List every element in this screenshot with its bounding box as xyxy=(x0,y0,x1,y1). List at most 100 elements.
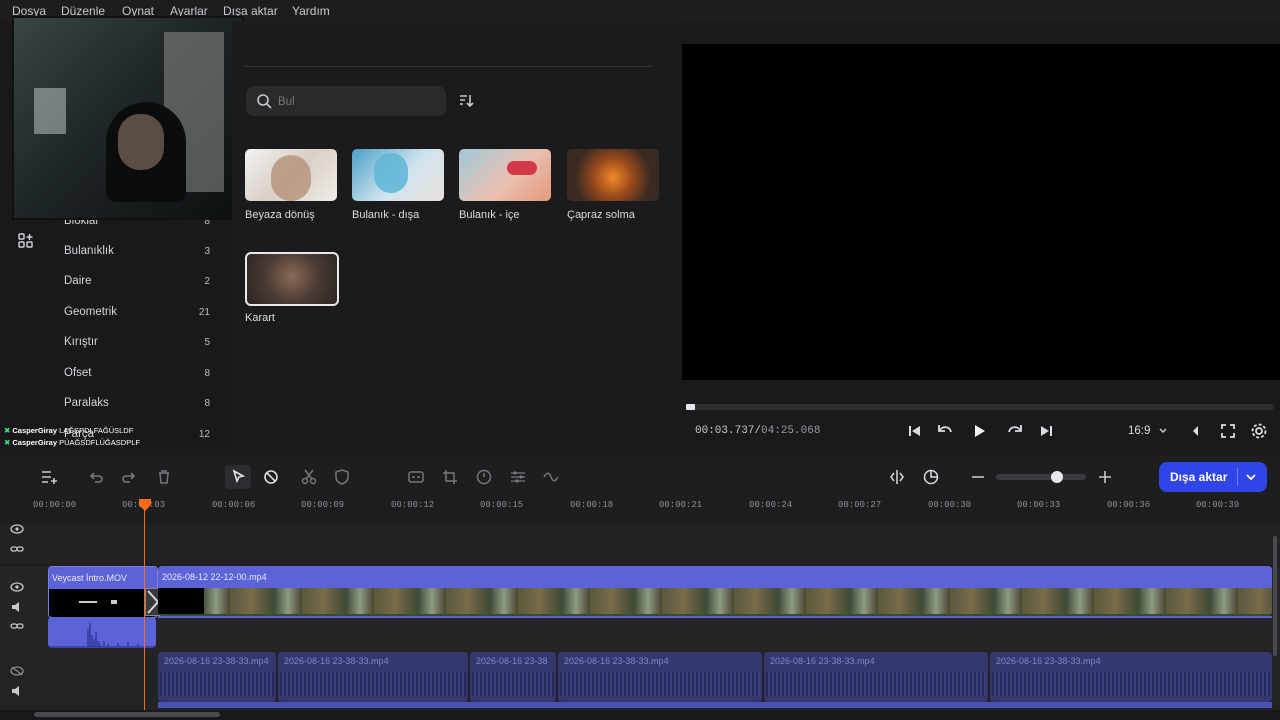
zoom-slider-handle[interactable] xyxy=(1051,471,1063,483)
fullscreen-icon[interactable] xyxy=(1219,422,1237,440)
export-button[interactable]: Dışa aktar xyxy=(1159,462,1267,492)
category-count: 2 xyxy=(204,276,210,287)
vertical-scrollbar[interactable] xyxy=(1273,536,1277,656)
seek-handle[interactable] xyxy=(686,404,695,410)
speed-icon[interactable] xyxy=(475,468,493,486)
category-ofset[interactable]: Ofset 8 xyxy=(64,364,210,384)
main-video-clip[interactable]: 2026-08-12 22-12-00.mp4 xyxy=(158,566,1272,616)
split-audio-icon[interactable] xyxy=(888,468,906,486)
category-paralaks[interactable]: Paralaks 8 xyxy=(64,394,210,414)
playhead-handle-icon[interactable] xyxy=(138,498,152,512)
intro-audio-clip[interactable] xyxy=(48,617,156,648)
transition-thumb-karart[interactable] xyxy=(245,252,339,306)
time-readout: 00:03.737/04:25.068 xyxy=(695,425,821,437)
category-geometrik[interactable]: Geometrik 21 xyxy=(64,303,210,323)
skip-start-icon[interactable] xyxy=(906,422,924,440)
category-count: 8 xyxy=(204,368,210,379)
clip-name: 2026-08-16 23-38-33.mp4 xyxy=(284,656,389,666)
rewind-icon[interactable] xyxy=(936,422,954,440)
forward-icon[interactable] xyxy=(1006,422,1024,440)
intro-video-clip[interactable]: Veycast İntro.MOV xyxy=(48,566,158,618)
chevron-down-icon[interactable] xyxy=(1158,426,1168,436)
horizontal-scrollbar[interactable] xyxy=(34,712,220,717)
volume-icon[interactable] xyxy=(1186,422,1204,440)
export-divider xyxy=(1237,468,1238,486)
link-icon[interactable] xyxy=(10,621,24,631)
magnet-icon[interactable] xyxy=(922,468,940,486)
skip-end-icon[interactable] xyxy=(1037,422,1055,440)
menu-help[interactable]: Yardım xyxy=(292,4,330,18)
waveform xyxy=(560,672,760,696)
clip-header: 2026-08-12 22-12-00.mp4 xyxy=(158,566,1272,588)
crop-icon[interactable] xyxy=(441,468,459,486)
seek-bar[interactable] xyxy=(686,404,1274,410)
chat-overlay: ✖ CasperGiray LAĞSPDLFAĞÜSLDF ✖ CasperGi… xyxy=(4,425,204,451)
add-track-icon[interactable] xyxy=(40,468,58,486)
category-label: Paralaks xyxy=(64,397,109,409)
playhead[interactable] xyxy=(144,504,145,710)
eye-icon[interactable] xyxy=(10,582,24,592)
transition-thumb-capraz-solma[interactable] xyxy=(567,149,659,201)
zoom-slider[interactable] xyxy=(996,471,1086,483)
settings-gear-icon[interactable] xyxy=(1250,422,1268,440)
current-time: 00:03.737 xyxy=(695,425,755,437)
shield-icon[interactable] xyxy=(333,468,351,486)
select-tool-button[interactable] xyxy=(225,465,251,489)
clip-underline xyxy=(158,616,1272,618)
sort-icon[interactable] xyxy=(457,92,475,110)
play-icon[interactable] xyxy=(970,422,988,440)
category-bulaniklik[interactable]: Bulanıklık 3 xyxy=(64,242,210,262)
ruler-tick: 00:00:30 xyxy=(928,500,972,510)
blade-tool-icon[interactable] xyxy=(262,468,280,486)
aspect-ratio-select[interactable]: 16:9 xyxy=(1128,425,1150,437)
redo-icon[interactable] xyxy=(120,468,138,486)
time-ruler[interactable] xyxy=(0,498,1280,524)
search-box[interactable] xyxy=(246,86,446,116)
transition-thumb-beyaza[interactable] xyxy=(245,149,337,201)
search-input[interactable] xyxy=(276,92,440,112)
waveform xyxy=(766,672,986,696)
zoom-in-icon[interactable] xyxy=(1096,468,1114,486)
clip-header: Veycast İntro.MOV xyxy=(49,567,157,589)
category-kiristir[interactable]: Kırıştır 5 xyxy=(64,333,210,353)
ruler-tick: 00:00:00 xyxy=(33,500,77,510)
undo-icon[interactable] xyxy=(87,468,105,486)
preview-screen xyxy=(682,44,1280,380)
category-daire[interactable]: Daire 2 xyxy=(64,272,210,292)
transition-thumb-bulanik-ice[interactable] xyxy=(459,149,551,201)
eye-off-icon[interactable] xyxy=(10,666,24,676)
chat-user: CasperGiray xyxy=(12,438,57,447)
search-icon xyxy=(257,94,272,109)
add-grid-icon[interactable] xyxy=(18,233,34,249)
ruler-tick: 00:00:39 xyxy=(1196,500,1240,510)
cursor-icon xyxy=(232,469,246,484)
delete-icon[interactable] xyxy=(155,468,173,486)
speaker-icon[interactable] xyxy=(10,601,24,613)
timeline-toolbar xyxy=(0,456,1280,500)
category-label: Ofset xyxy=(64,367,92,379)
category-count: 3 xyxy=(204,246,210,257)
transition-icon[interactable] xyxy=(542,468,560,486)
audio-clip[interactable]: 2026-08-16 23-38 xyxy=(470,652,556,702)
chat-text: LAĞSPDLFAĞÜSLDF xyxy=(59,426,134,435)
link-icon[interactable] xyxy=(10,544,24,554)
audio-clip[interactable]: 2026-08-16 23-38-33.mp4 xyxy=(990,652,1272,702)
audio-clip[interactable]: 2026-08-16 23-38-33.mp4 xyxy=(764,652,988,702)
chevron-down-icon[interactable] xyxy=(1245,472,1257,482)
audio-clip[interactable]: 2026-08-16 23-38-33.mp4 xyxy=(278,652,468,702)
audio-clip[interactable]: 2026-08-16 23-38-33.mp4 xyxy=(158,652,276,702)
clip-name: 2026-08-12 22-12-00.mp4 xyxy=(162,572,267,582)
caption-icon[interactable] xyxy=(407,468,425,486)
scissors-icon[interactable] xyxy=(300,468,318,486)
zoom-out-icon[interactable] xyxy=(969,468,987,486)
adjust-icon[interactable] xyxy=(509,468,527,486)
eye-icon[interactable] xyxy=(10,524,24,534)
waveform xyxy=(992,672,1270,696)
transition-label: Karart xyxy=(245,312,275,324)
category-label: Daire xyxy=(64,275,92,287)
transition-label: Bulanık - dışa xyxy=(352,209,420,221)
transition-thumb-bulanik-disa[interactable] xyxy=(352,149,444,201)
speaker-icon[interactable] xyxy=(10,685,24,697)
audio-clip[interactable]: 2026-08-16 23-38-33.mp4 xyxy=(558,652,762,702)
ruler-tick: 00:00:21 xyxy=(659,500,703,510)
